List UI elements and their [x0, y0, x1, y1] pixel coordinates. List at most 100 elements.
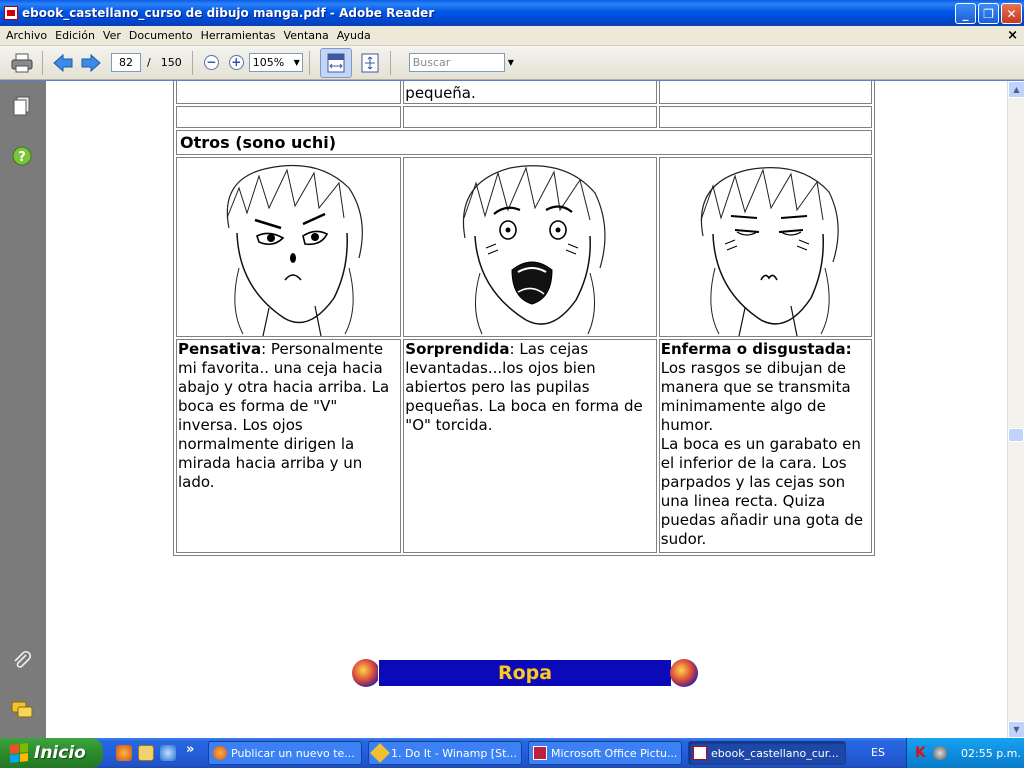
fit-width-icon [327, 53, 345, 72]
menu-ver[interactable]: Ver [99, 29, 125, 42]
task-firefox[interactable]: Publicar un nuevo te... [208, 741, 362, 765]
search-input[interactable]: Buscar [408, 53, 505, 72]
table-cell [658, 81, 872, 104]
table-cell [403, 106, 657, 128]
help-icon[interactable]: ? [11, 145, 33, 167]
close-button[interactable]: ✕ [1001, 3, 1022, 24]
face-pensativa-image [176, 157, 402, 337]
menu-archivo[interactable]: Archivo [2, 29, 51, 42]
browser-icon[interactable] [160, 745, 176, 761]
winamp-icon [370, 743, 390, 763]
arrow-right-icon [81, 53, 101, 72]
tray-app-icon[interactable] [933, 746, 947, 760]
expression-title: Sorprendida [405, 340, 510, 358]
office-picture-icon [533, 746, 547, 760]
minimize-button[interactable]: _ [955, 3, 976, 24]
page-number-input[interactable]: 82 [111, 53, 141, 72]
expression-title: Pensativa [178, 340, 262, 358]
expression-text: Los rasgos se dibujan de manera que se t… [660, 359, 864, 548]
firefox-icon [213, 746, 227, 760]
clock[interactable]: 02:55 p.m. [961, 747, 1021, 760]
table-row: pequeña. [176, 81, 872, 104]
document-close-button[interactable]: × [1007, 28, 1018, 43]
attachments-icon[interactable] [11, 649, 33, 671]
toolbar-separator [308, 50, 310, 75]
description-sorprendida: Sorprendida: Las cejas levantadas...los … [403, 339, 657, 553]
banner-left-cap [352, 659, 380, 687]
adobe-reader-icon [693, 746, 707, 760]
task-label: ebook_castellano_cur... [711, 746, 839, 760]
task-winamp[interactable]: 1. Do It - Winamp [St... [368, 741, 522, 765]
expression-title: Enferma o disgustada: [660, 340, 852, 358]
taskbar: Inicio » Publicar un nuevo te... 1. Do I… [0, 738, 1024, 768]
next-page-button[interactable] [77, 50, 105, 76]
face-sorprendida-image [403, 157, 657, 337]
toolbar-separator [389, 50, 391, 75]
document-view[interactable]: pequeña. Otros (sono uchi) Pensativa: Pe… [46, 81, 1007, 738]
table-cell [658, 106, 872, 128]
page-total: 150 [160, 56, 182, 69]
description-pensativa: Pensativa: Personalmente mi favorita.. u… [176, 339, 402, 553]
menu-bar: Archivo Edición Ver Documento Herramient… [0, 26, 1024, 46]
toolbar-separator [191, 50, 193, 75]
comments-icon[interactable] [11, 699, 33, 721]
antivirus-icon[interactable]: K [915, 746, 929, 760]
zoom-select[interactable]: 105% ▼ [248, 53, 303, 72]
menu-edicion[interactable]: Edición [51, 29, 99, 42]
scroll-thumb[interactable] [1008, 428, 1024, 442]
toolbar: 82 / 150 − + 105% ▼ Buscar ▼ [0, 46, 1024, 80]
print-button[interactable] [8, 50, 36, 76]
search-dropdown-icon[interactable]: ▼ [508, 58, 514, 67]
fit-width-button[interactable] [319, 47, 352, 78]
scroll-down-button[interactable]: ▼ [1008, 721, 1024, 738]
menu-herramientas[interactable]: Herramientas [197, 29, 280, 42]
table-cell [176, 81, 402, 104]
descriptions-row: Pensativa: Personalmente mi favorita.. u… [176, 339, 872, 553]
task-label: Microsoft Office Pictu... [551, 746, 678, 760]
quicklaunch-more-button[interactable]: » [186, 742, 194, 757]
menu-ventana[interactable]: Ventana [280, 29, 333, 42]
toolbar-separator [42, 50, 43, 75]
section-banner: Ropa [352, 659, 698, 687]
zoom-value: 105% [252, 56, 285, 69]
fit-page-button[interactable] [356, 50, 384, 76]
menu-documento[interactable]: Documento [125, 29, 197, 42]
svg-text:?: ? [18, 150, 26, 165]
printer-icon [11, 53, 33, 72]
chevron-down-icon: ▼ [293, 58, 300, 67]
task-office-picture[interactable]: Microsoft Office Pictu... [528, 741, 682, 765]
vertical-scrollbar[interactable]: ▲ ▼ [1007, 81, 1024, 738]
table-cell [176, 106, 402, 128]
title-bar[interactable]: ebook_castellano_curso de dibujo manga.p… [0, 0, 1024, 26]
face-enferma-image [658, 157, 872, 337]
zoom-out-button[interactable]: − [203, 55, 219, 70]
start-label: Inicio [34, 743, 86, 763]
table-row [176, 106, 872, 128]
page-separator: / [147, 56, 151, 69]
banner-title: Ropa [378, 659, 672, 687]
navigation-panel: ? [0, 81, 46, 738]
expressions-table: pequeña. Otros (sono uchi) Pensativa: Pe… [173, 81, 875, 556]
scroll-up-button[interactable]: ▲ [1008, 81, 1024, 98]
pages-icon[interactable] [11, 95, 33, 117]
task-label: Publicar un nuevo te... [231, 746, 355, 760]
faces-row [176, 157, 872, 337]
maximize-button[interactable]: ❐ [978, 3, 999, 24]
window-title: ebook_castellano_curso de dibujo manga.p… [22, 6, 435, 20]
adobe-reader-icon [4, 6, 18, 20]
fit-page-icon [361, 53, 379, 72]
task-adobe-reader[interactable]: ebook_castellano_cur... [688, 741, 846, 765]
mail-icon[interactable] [138, 745, 154, 761]
window-controls: _ ❐ ✕ [955, 3, 1022, 24]
zoom-in-button[interactable]: + [228, 55, 244, 70]
expression-text: : Personalmente mi favorita.. una ceja h… [178, 340, 390, 491]
menu-ayuda[interactable]: Ayuda [333, 29, 375, 42]
table-cell: pequeña. [403, 81, 657, 104]
previous-page-button[interactable] [49, 50, 77, 76]
start-button[interactable]: Inicio [0, 738, 103, 768]
description-enferma: Enferma o disgustada: Los rasgos se dibu… [658, 339, 872, 553]
section-header: Otros (sono uchi) [176, 130, 872, 155]
language-indicator[interactable]: ES [858, 738, 898, 768]
system-tray: K 02:55 p.m. [906, 738, 1024, 768]
firefox-icon[interactable] [116, 745, 132, 761]
